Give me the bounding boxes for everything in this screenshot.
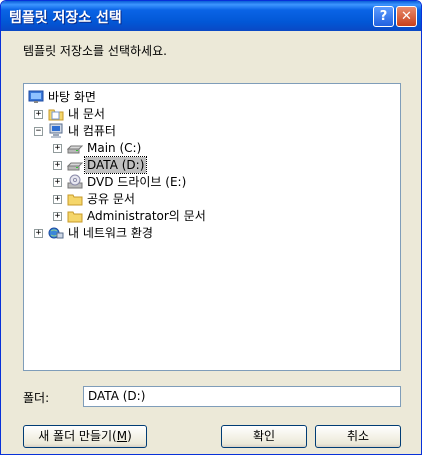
expand-icon[interactable]: +: [53, 144, 62, 153]
network-icon: [48, 227, 64, 239]
tree-label: Main (C:): [87, 141, 142, 155]
tree-label: 바탕 화면: [48, 90, 96, 104]
window-title: 템플릿 저장소 선택: [9, 10, 122, 26]
tree-label: DVD 드라이브 (E:): [87, 175, 187, 189]
desktop-icon: [28, 90, 44, 103]
folder-icon: [67, 194, 83, 206]
ok-label: 확인: [252, 429, 276, 443]
folder-tree[interactable]: 바탕 화면 + 내 문서 − 내 컴퓨터 + Main (C:) + DATA …: [23, 83, 401, 371]
drive-icon: [67, 145, 83, 154]
close-icon: ✕: [401, 9, 412, 24]
new-folder-button[interactable]: 새 폴더 만들기(M): [23, 425, 147, 448]
tree-label: 공유 문서: [87, 192, 135, 206]
expand-icon[interactable]: +: [53, 212, 62, 221]
close-button[interactable]: ✕: [396, 6, 417, 27]
computer-icon: [49, 123, 63, 138]
dialog-window: 템플릿 저장소 선택 ? ✕ 템플릿 저장소를 선택하세요. 바탕 화면 + 내…: [0, 0, 422, 455]
folder-icon: [67, 211, 83, 223]
expand-icon[interactable]: +: [53, 161, 62, 170]
help-icon: ?: [379, 9, 388, 24]
tree-label: Administrator의 문서: [87, 209, 206, 223]
tree-label: 내 네트워크 환경: [68, 226, 153, 240]
expand-icon[interactable]: +: [34, 229, 43, 238]
tree-label-selected: DATA (D:): [83, 156, 148, 174]
folder-icon: [48, 109, 64, 121]
cancel-button[interactable]: 취소: [315, 425, 401, 448]
tree-label: 내 컴퓨터: [68, 124, 116, 138]
new-folder-label: 새 폴더 만들기(: [38, 429, 117, 443]
new-folder-label-end: ): [127, 429, 132, 443]
dvd-drive-icon: [67, 174, 83, 189]
expand-icon[interactable]: +: [53, 195, 62, 204]
title-bar[interactable]: 템플릿 저장소 선택 ? ✕: [1, 1, 421, 31]
expand-icon[interactable]: +: [34, 110, 43, 119]
new-folder-accesskey: M: [116, 429, 128, 443]
cancel-label: 취소: [346, 429, 370, 443]
tree-label: 내 문서: [68, 107, 105, 121]
folder-label: 폴더:: [23, 391, 50, 405]
expand-icon[interactable]: +: [53, 178, 62, 187]
collapse-icon[interactable]: −: [34, 127, 43, 136]
drive-icon: [67, 162, 83, 171]
folder-field[interactable]: DATA (D:): [83, 386, 401, 407]
help-button[interactable]: ?: [373, 6, 394, 27]
ok-button[interactable]: 확인: [221, 425, 307, 448]
prompt-text: 템플릿 저장소를 선택하세요.: [23, 44, 167, 58]
